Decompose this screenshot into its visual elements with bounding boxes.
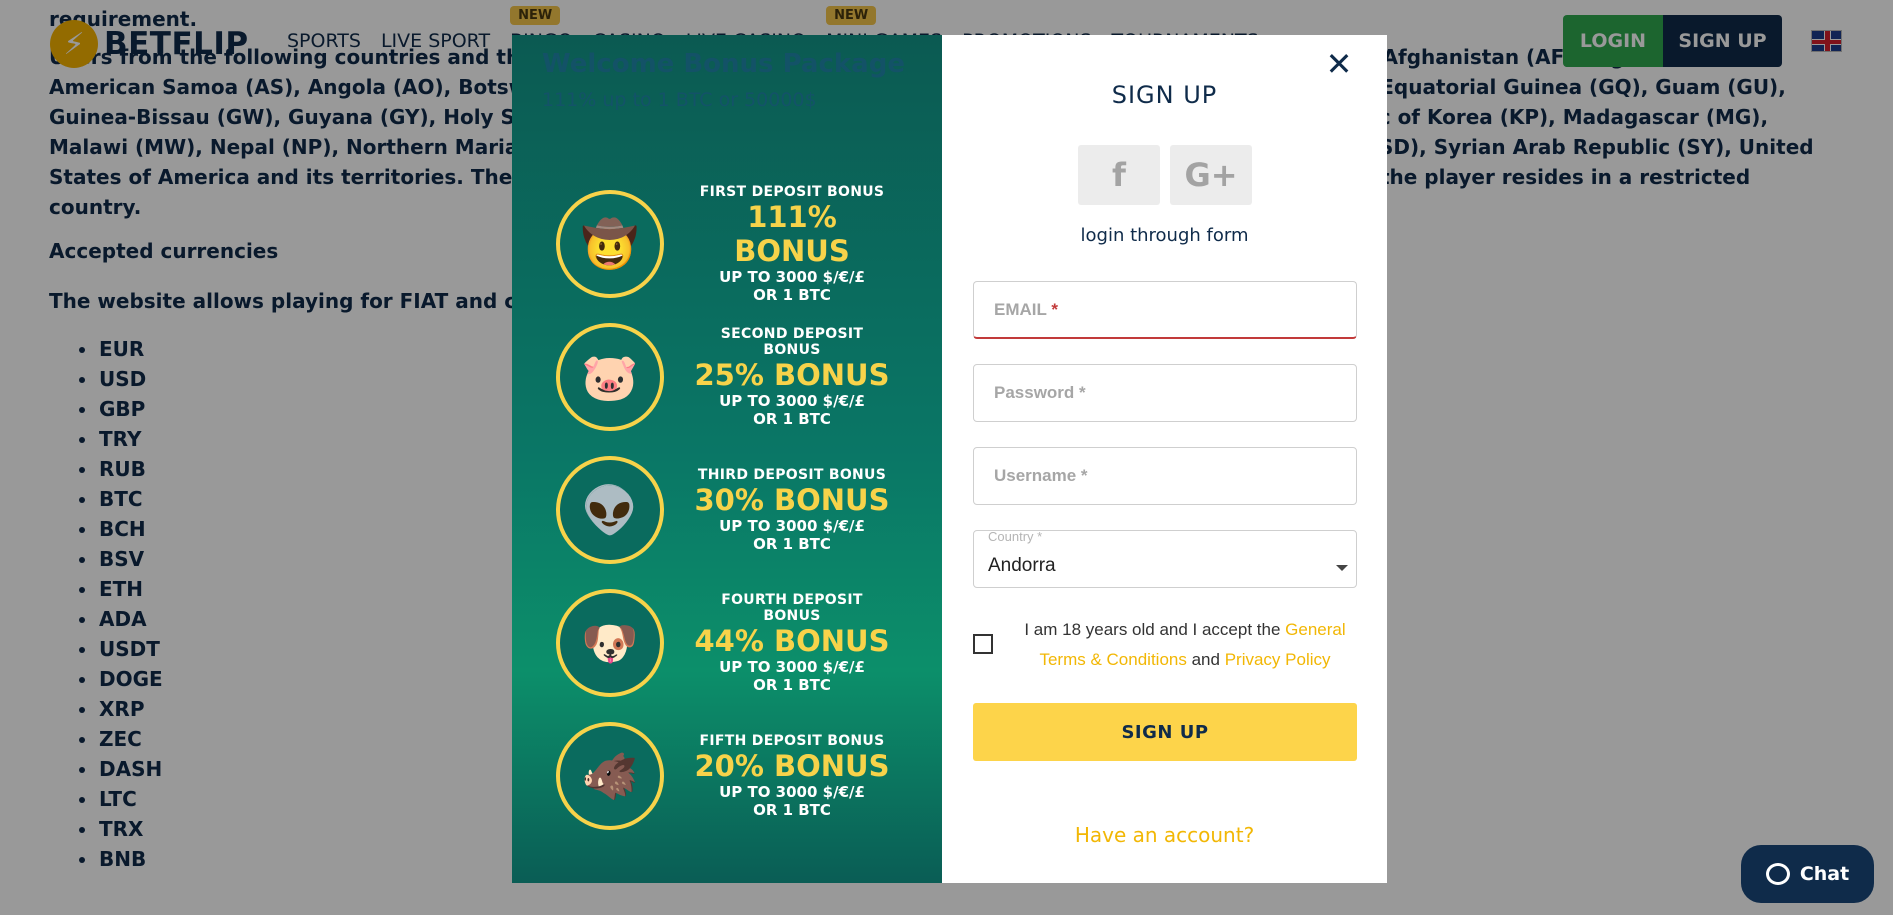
password-input[interactable] (974, 365, 1356, 421)
terms-text: I am 18 years old and I accept the Gener… (1010, 615, 1360, 675)
email-field[interactable]: EMAIL * (973, 281, 1357, 339)
password-field[interactable] (973, 364, 1357, 422)
bonus-text: FOURTH DEPOSIT BONUS 44% BONUS UP TO 300… (692, 592, 892, 694)
bonus-text: FIRST DEPOSIT BONUS 111% BONUS UP TO 300… (692, 184, 892, 304)
login-through-form-text: login through form (1080, 225, 1249, 246)
bonus-limit: OR 1 BTC (753, 801, 831, 819)
bonus-limit: OR 1 BTC (753, 410, 831, 428)
have-account-link[interactable]: Have an account? (942, 823, 1387, 847)
bonus-percent: 20% BONUS (694, 749, 890, 783)
bonus-percent: 44% BONUS (694, 624, 890, 658)
bonus-limit: OR 1 BTC (753, 286, 831, 304)
bonus-label: SECOND DEPOSIT BONUS (720, 326, 864, 358)
bonus-text: THIRD DEPOSIT BONUS 30% BONUS UP TO 3000… (692, 467, 892, 553)
email-input[interactable] (974, 282, 1356, 337)
caret-down-icon (1336, 565, 1348, 571)
facebook-icon[interactable]: f (1078, 145, 1160, 205)
terms-checkbox[interactable] (973, 634, 993, 654)
username-input[interactable] (974, 448, 1356, 504)
bonus-limit: UP TO 3000 $/€/£ (719, 392, 865, 410)
mascot-cowboy-icon: 🤠 (556, 190, 664, 298)
bonus-text: FIFTH DEPOSIT BONUS 20% BONUS UP TO 3000… (692, 733, 892, 819)
signup-form-panel: ✕ SIGN UP f G+ login through form EMAIL … (942, 35, 1387, 883)
bonus-third-deposit: 👽 THIRD DEPOSIT BONUS 30% BONUS UP TO 30… (556, 451, 926, 569)
bonus-limit: UP TO 3000 $/€/£ (719, 517, 865, 535)
signup-modal: Welcome Bonus Package 111% up to 1 BTC o… (512, 35, 1387, 883)
bonus-text: SECOND DEPOSIT BONUS 25% BONUS UP TO 300… (692, 326, 892, 428)
signup-submit-button[interactable]: SIGN UP (973, 703, 1357, 761)
promo-subtitle: 111% up to 1 BTC or 50000$ (542, 89, 817, 111)
country-select[interactable]: Country * Andorra (973, 529, 1357, 588)
bonus-limit: UP TO 3000 $/€/£ (719, 268, 865, 286)
terms-prefix: I am 18 years old and I accept the (1024, 620, 1281, 639)
chat-label: Chat (1799, 863, 1850, 885)
bonus-percent: 30% BONUS (694, 483, 890, 517)
country-value: Andorra (988, 555, 1056, 576)
welcome-bonus-panel: Welcome Bonus Package 111% up to 1 BTC o… (512, 35, 942, 883)
terms-and: and (1191, 650, 1220, 669)
username-field[interactable] (973, 447, 1357, 505)
chat-button[interactable]: Chat (1741, 845, 1874, 903)
bonus-label: FIFTH DEPOSIT BONUS (699, 733, 885, 749)
close-icon[interactable]: ✕ (1324, 48, 1354, 80)
mascot-dog-icon: 🐶 (556, 589, 664, 697)
bonus-label: FIRST DEPOSIT BONUS (699, 184, 885, 200)
bonus-label: THIRD DEPOSIT BONUS (697, 467, 887, 483)
bonus-percent: 111% BONUS (734, 200, 850, 268)
bonus-limit: UP TO 3000 $/€/£ (719, 783, 865, 801)
mascot-pig-icon: 🐷 (556, 323, 664, 431)
promo-title: Welcome Bonus Package (542, 49, 905, 79)
mascot-creature-icon: 👽 (556, 456, 664, 564)
bonus-percent: 25% BONUS (694, 358, 890, 392)
social-login: f G+ (1078, 145, 1252, 205)
bonus-limit: OR 1 BTC (753, 676, 831, 694)
bonus-fourth-deposit: 🐶 FOURTH DEPOSIT BONUS 44% BONUS UP TO 3… (556, 584, 926, 702)
bonus-limit: OR 1 BTC (753, 535, 831, 553)
google-plus-icon[interactable]: G+ (1170, 145, 1252, 205)
bonus-second-deposit: 🐷 SECOND DEPOSIT BONUS 25% BONUS UP TO 3… (556, 318, 926, 436)
bonus-label: FOURTH DEPOSIT BONUS (721, 592, 863, 624)
bonus-limit: UP TO 3000 $/€/£ (719, 658, 865, 676)
country-label: Country * (988, 529, 1043, 544)
bonus-first-deposit: 🤠 FIRST DEPOSIT BONUS 111% BONUS UP TO 3… (556, 184, 926, 304)
chat-bubble-icon (1765, 863, 1790, 885)
signup-title: SIGN UP (1111, 81, 1218, 109)
privacy-link[interactable]: Privacy Policy (1225, 650, 1331, 669)
mascot-farmer-pig-icon: 🐗 (556, 722, 664, 830)
bonus-fifth-deposit: 🐗 FIFTH DEPOSIT BONUS 20% BONUS UP TO 30… (556, 717, 926, 835)
